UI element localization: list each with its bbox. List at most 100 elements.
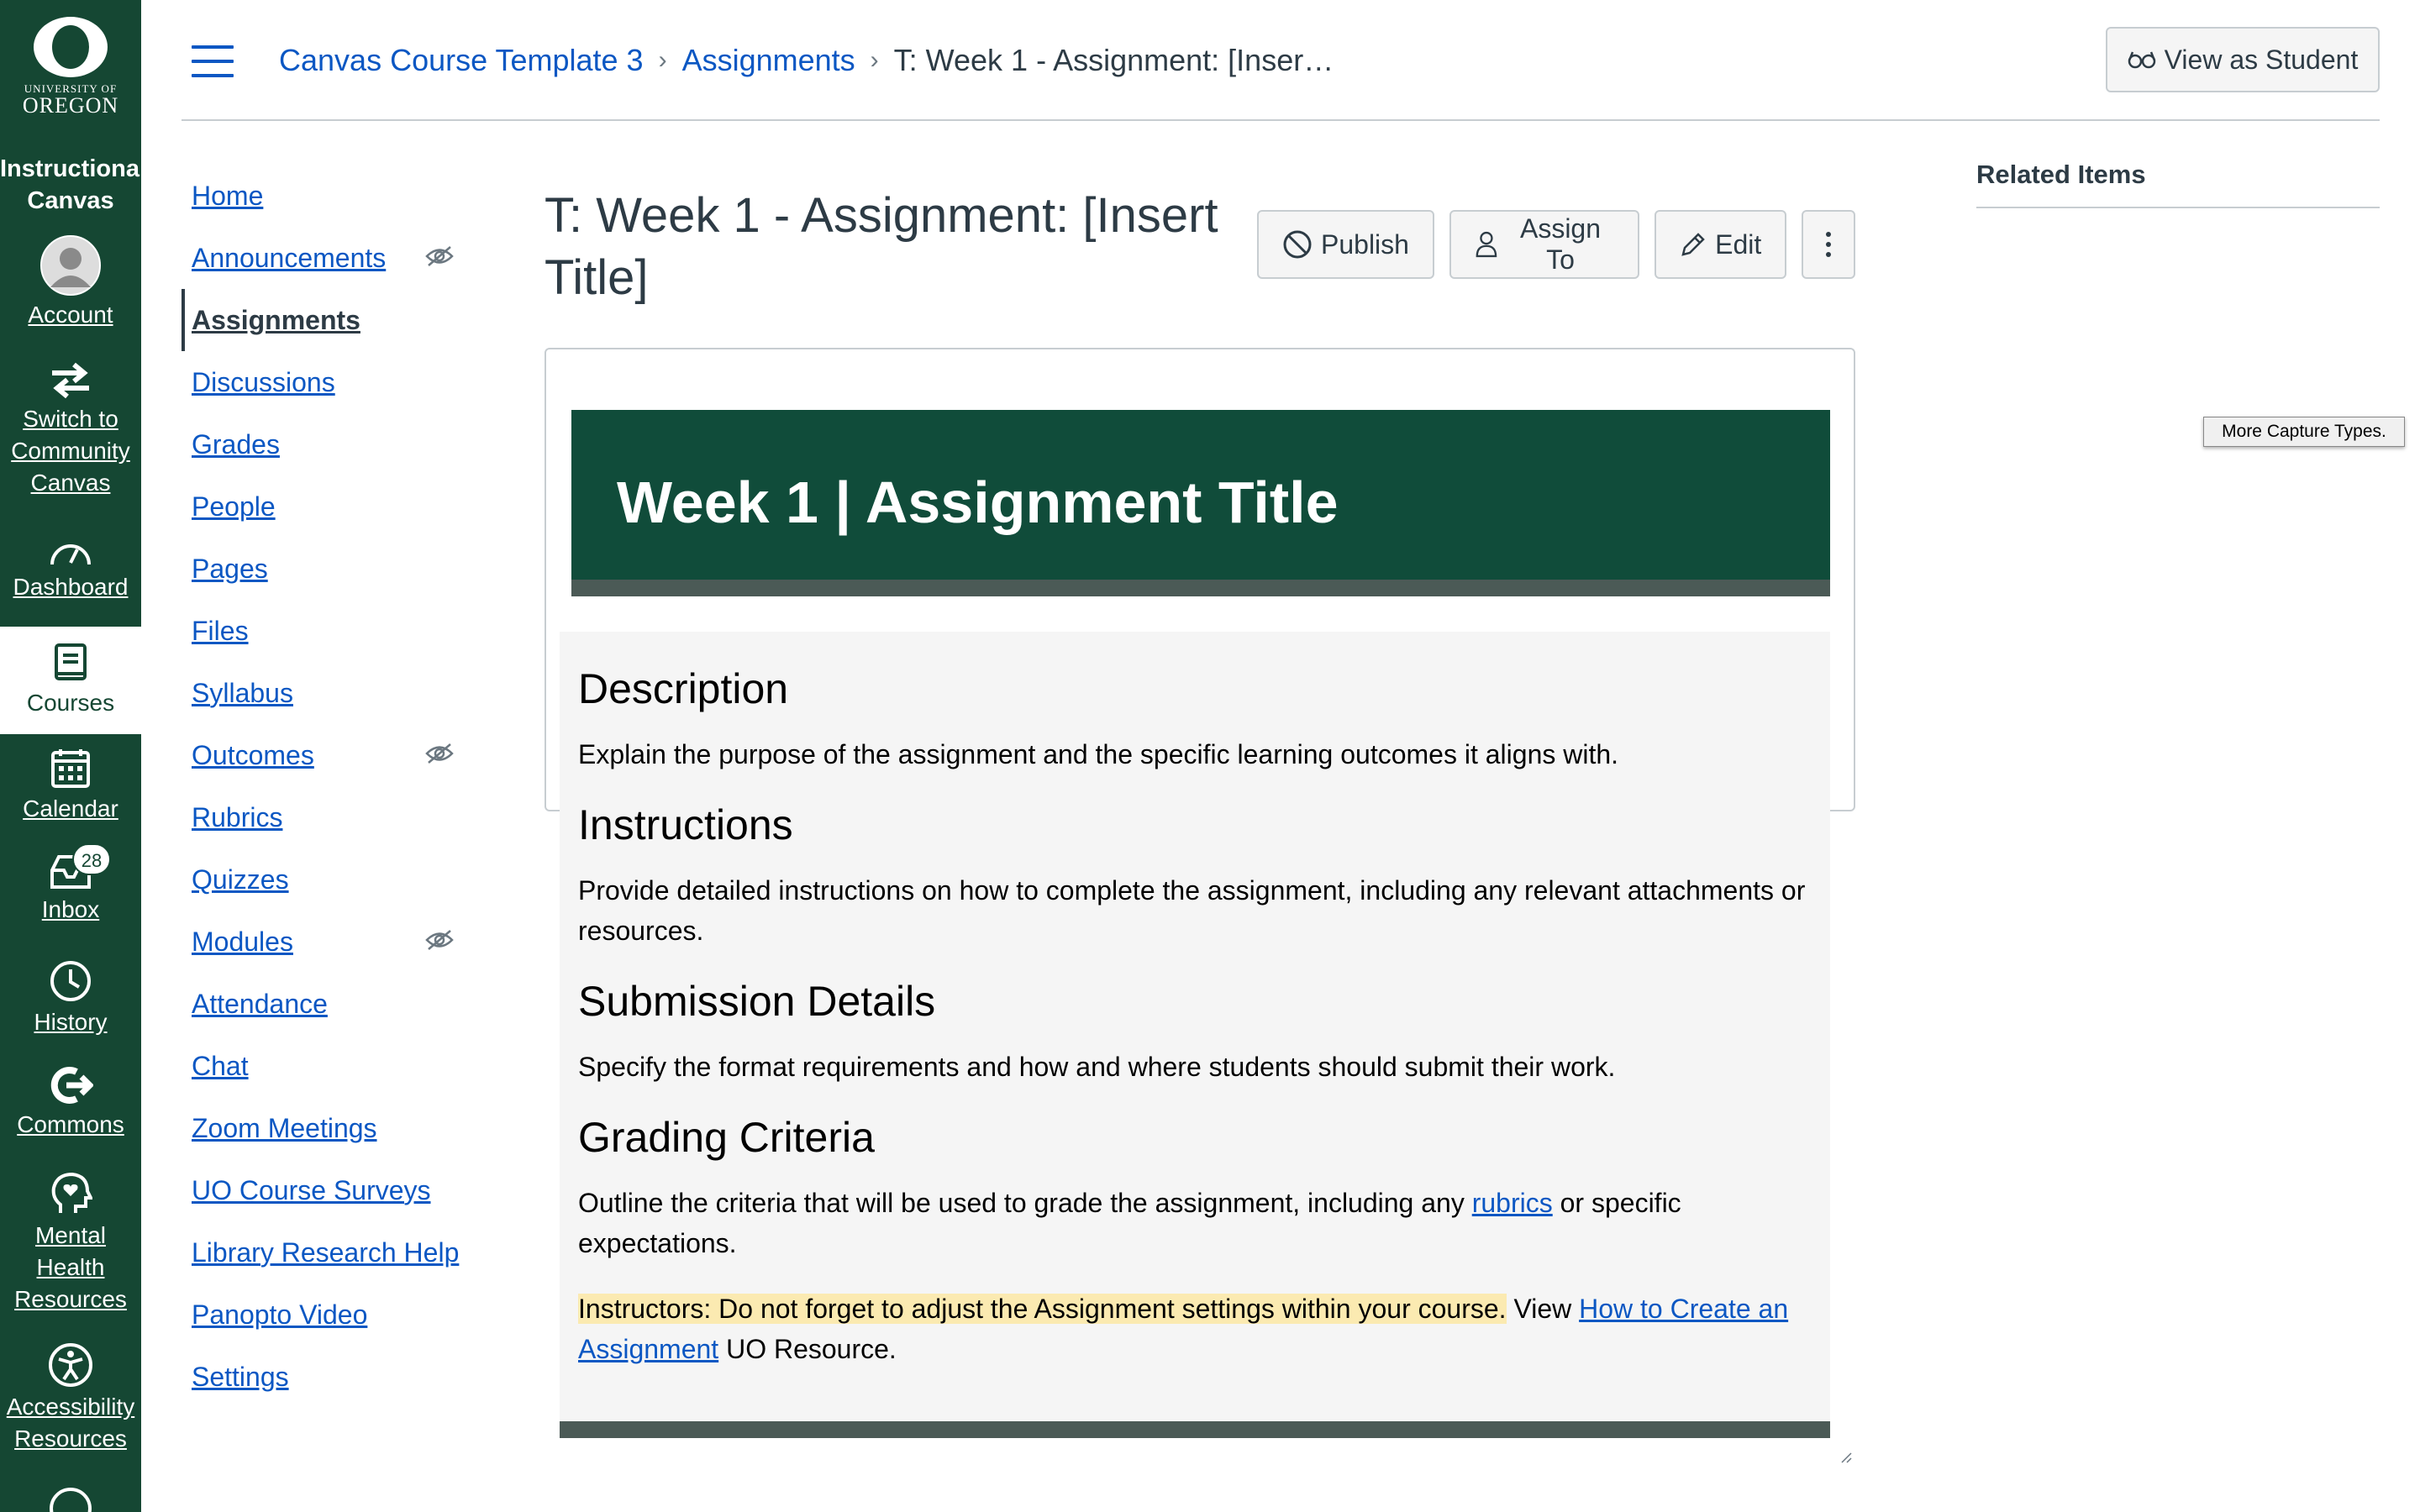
course-nav-surveys[interactable]: UO Course Surveys — [182, 1159, 484, 1221]
description-text: Explain the purpose of the assignment an… — [578, 739, 1619, 769]
course-nav-link[interactable]: Files — [192, 616, 249, 647]
course-nav-link[interactable]: Outcomes — [192, 740, 314, 771]
hidden-from-students-eye-icon — [425, 930, 454, 950]
capture-types-tooltip: More Capture Types. — [2203, 417, 2405, 447]
course-nav-attendance[interactable]: Attendance — [182, 973, 484, 1035]
breadcrumb-course-link[interactable]: Canvas Course Template 3 — [279, 39, 644, 82]
course-nav-link[interactable]: Chat — [192, 1051, 249, 1082]
edit-button[interactable]: Edit — [1655, 210, 1787, 279]
nav-courses-label: Courses — [26, 690, 115, 716]
unpublished-icon — [1283, 230, 1312, 259]
course-nav-link[interactable]: Library Research Help — [192, 1237, 459, 1268]
instructions-heading: Instructions — [578, 801, 793, 848]
publish-button[interactable]: Publish — [1257, 210, 1434, 279]
course-nav-link[interactable]: Announcements — [192, 243, 386, 274]
course-nav-link[interactable]: Quizzes — [192, 864, 289, 895]
nav-mental-health-label: Mental Health Resources — [14, 1222, 127, 1312]
course-nav-library[interactable]: Library Research Help — [182, 1221, 484, 1284]
course-nav-link[interactable]: Panopto Video — [192, 1299, 367, 1331]
publish-label: Publish — [1321, 228, 1409, 260]
nav-account-label: Account — [28, 302, 113, 328]
nav-switch-label: Switch to Community Canvas — [11, 406, 130, 496]
course-nav-link[interactable]: Zoom Meetings — [192, 1113, 377, 1144]
instructor-note: Instructors: Do not forget to adjust the… — [578, 1289, 1812, 1369]
nav-dashboard[interactable]: Dashboard — [0, 534, 141, 603]
nav-switch-community[interactable]: Switch to Community Canvas — [0, 361, 141, 499]
course-nav-link[interactable]: UO Course Surveys — [192, 1175, 431, 1206]
course-nav-settings[interactable]: Settings — [182, 1346, 484, 1408]
course-nav-grades[interactable]: Grades — [182, 413, 484, 475]
course-nav-rubrics[interactable]: Rubrics — [182, 786, 484, 848]
nav-inbox-label: Inbox — [41, 896, 100, 922]
course-nav-files[interactable]: Files — [182, 600, 484, 662]
course-nav-link[interactable]: Grades — [192, 429, 280, 460]
course-nav-syllabus[interactable]: Syllabus — [182, 662, 484, 724]
nav-history[interactable]: History — [0, 959, 141, 1038]
nav-calendar[interactable]: Calendar — [0, 748, 141, 825]
course-nav-chat[interactable]: Chat — [182, 1035, 484, 1097]
hamburger-menu-icon[interactable] — [192, 45, 234, 77]
view-as-student-button[interactable]: View as Student — [2106, 27, 2380, 92]
breadcrumb-assignments-link[interactable]: Assignments — [682, 39, 855, 82]
course-nav-discussions[interactable]: Discussions — [182, 351, 484, 413]
course-nav-modules[interactable]: Modules — [182, 911, 484, 973]
nav-calendar-label: Calendar — [23, 795, 118, 822]
course-nav-people[interactable]: People — [182, 475, 484, 538]
pencil-icon — [1681, 233, 1705, 256]
kebab-menu-icon — [1826, 232, 1832, 257]
course-nav-link[interactable]: Syllabus — [192, 678, 293, 709]
course-nav-zoom[interactable]: Zoom Meetings — [182, 1097, 484, 1159]
course-nav-link[interactable]: Rubrics — [192, 802, 282, 833]
breadcrumb-current: T: Week 1 - Assignment: [Inser… — [893, 43, 1334, 77]
grading-text: Outline the criteria that will be used t… — [578, 1183, 1812, 1263]
course-nav-link[interactable]: Assignments — [192, 305, 360, 336]
nav-inbox[interactable]: 28 Inbox — [0, 843, 141, 926]
assignment-body: Description Explain the purpose of the a… — [560, 632, 1830, 1438]
instructions-text: Provide detailed instructions on how to … — [578, 875, 1806, 946]
nav-commons[interactable]: Commons — [0, 1065, 141, 1141]
hidden-from-students-eye-icon — [425, 246, 454, 266]
assignment-actions: Publish Assign To Edit — [1257, 210, 1855, 279]
course-nav-announcements[interactable]: Announcements — [182, 227, 484, 289]
instructor-note-after: UO Resource. — [718, 1334, 897, 1364]
view-as-student-label: View as Student — [2164, 44, 2359, 75]
accessibility-icon — [49, 1343, 92, 1387]
course-nav-outcomes[interactable]: Outcomes — [182, 724, 484, 786]
switch-arrows-icon — [52, 362, 89, 399]
dashboard-gauge-icon — [50, 544, 91, 565]
course-nav-link[interactable]: People — [192, 491, 276, 522]
course-nav-link[interactable]: Modules — [192, 927, 293, 958]
assignment-banner: Week 1 | Assignment Title — [571, 410, 1830, 596]
edit-label: Edit — [1715, 228, 1762, 260]
course-nav-link[interactable]: Discussions — [192, 367, 335, 398]
course-nav-link[interactable]: Attendance — [192, 989, 328, 1020]
nav-accessibility-label: Accessibility Resources — [6, 1394, 135, 1452]
course-nav-panopto[interactable]: Panopto Video — [182, 1284, 484, 1346]
assign-to-button[interactable]: Assign To — [1449, 210, 1640, 279]
nav-mental-health[interactable]: Mental Health Resources — [0, 1171, 141, 1315]
more-options-button[interactable] — [1802, 210, 1855, 279]
submission-heading: Submission Details — [578, 978, 936, 1025]
help-icon[interactable] — [49, 1487, 92, 1512]
global-navigation: UNIVERSITY OF OREGON Instructional Canva… — [0, 0, 147, 1512]
course-nav-assignments[interactable]: Assignments — [182, 289, 484, 351]
instance-title: Instructional Canvas — [0, 155, 147, 214]
resize-handle-icon[interactable] — [1839, 1450, 1852, 1463]
course-nav-quizzes[interactable]: Quizzes — [182, 848, 484, 911]
history-clock-icon — [50, 961, 91, 1001]
course-nav-link[interactable]: Pages — [192, 554, 268, 585]
oregon-o-logo-icon — [34, 17, 108, 77]
course-nav-link[interactable]: Home — [192, 181, 263, 212]
rubrics-link[interactable]: rubrics — [1472, 1188, 1553, 1218]
university-logo[interactable]: UNIVERSITY OF OREGON — [0, 0, 141, 134]
nav-accessibility[interactable]: Accessibility Resources — [0, 1342, 141, 1455]
course-nav-link[interactable]: Settings — [192, 1362, 289, 1393]
grading-heading: Grading Criteria — [578, 1114, 875, 1161]
nav-courses[interactable]: Courses — [0, 627, 141, 734]
course-nav-home[interactable]: Home — [182, 165, 484, 227]
instructor-note-view: View — [1506, 1294, 1580, 1324]
course-nav-pages[interactable]: Pages — [182, 538, 484, 600]
instructor-note-highlight: Instructors: Do not forget to adjust the… — [578, 1294, 1507, 1324]
nav-account[interactable]: Account — [0, 235, 141, 331]
page-title: T: Week 1 - Assignment: [Insert Title] — [544, 188, 1218, 305]
